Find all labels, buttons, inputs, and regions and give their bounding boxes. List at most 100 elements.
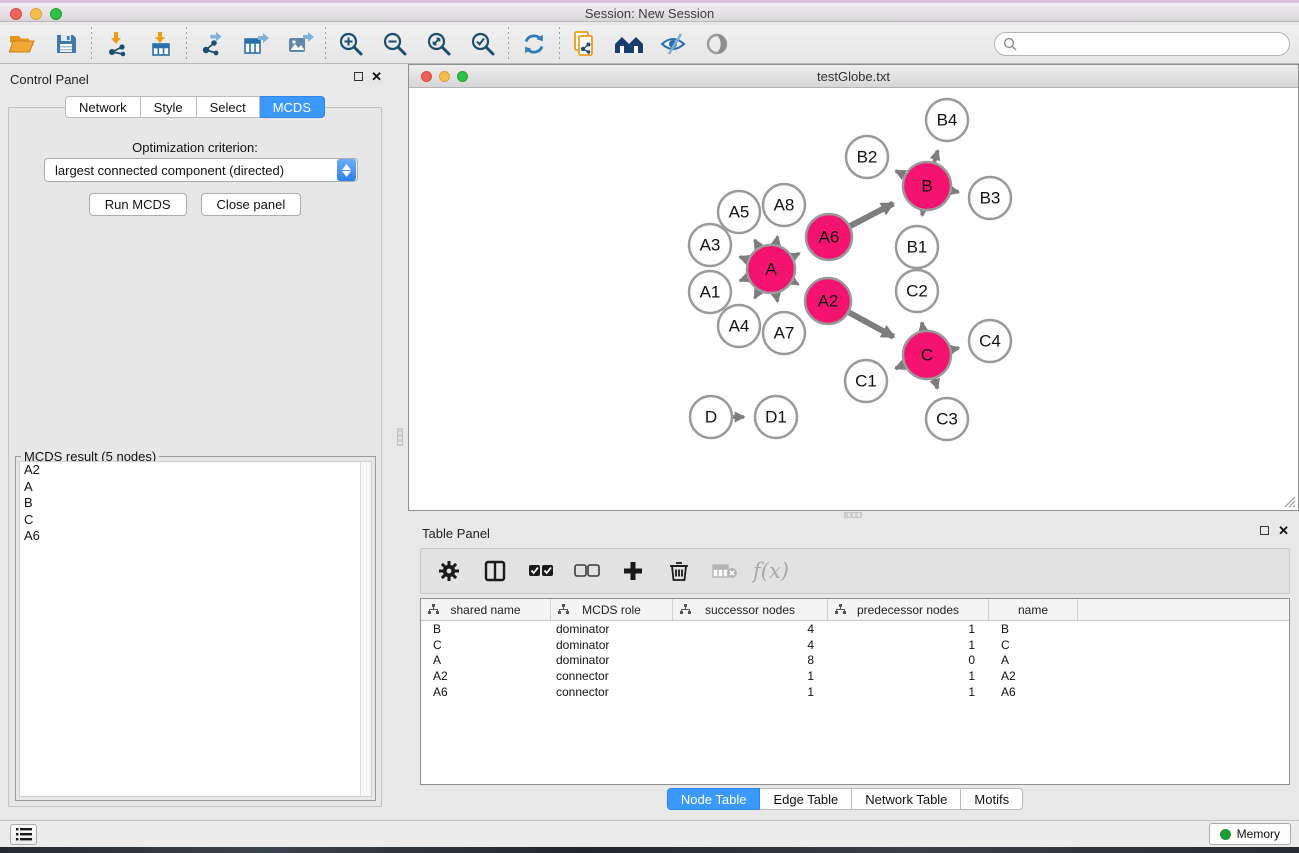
delete-column-icon[interactable]	[663, 554, 695, 588]
tab-edge-table[interactable]: Edge Table	[760, 788, 852, 810]
edge-A-A3[interactable]	[740, 257, 748, 260]
table-header[interactable]: shared nameMCDS rolesuccessor nodesprede…	[421, 599, 1289, 621]
edge-C-C4[interactable]	[951, 348, 958, 350]
vertical-split-handle[interactable]	[397, 428, 403, 446]
node-A4[interactable]: A4	[718, 305, 760, 347]
edge-C-C3[interactable]	[934, 379, 937, 389]
tab-network[interactable]: Network	[65, 96, 141, 118]
hide-graphics-details-icon[interactable]	[651, 26, 695, 62]
tab-motifs[interactable]: Motifs	[961, 788, 1023, 810]
close-panel-icon[interactable]: ✕	[371, 72, 382, 81]
table-row[interactable]: Bdominator41B	[421, 621, 1289, 637]
edge-C-C2[interactable]	[922, 323, 923, 331]
zoom-fit-icon[interactable]	[417, 26, 461, 62]
new-session-from-network-icon[interactable]	[563, 26, 607, 62]
node-B1[interactable]: B1	[896, 226, 938, 268]
table-settings-icon[interactable]	[433, 554, 465, 588]
export-network-icon[interactable]	[190, 26, 234, 62]
node-D[interactable]: D	[690, 396, 732, 438]
table-row[interactable]: Adominator80A	[421, 653, 1289, 669]
edge-B-B3[interactable]	[952, 191, 959, 192]
search-box[interactable]	[994, 32, 1290, 56]
deselect-all-rows-icon[interactable]	[571, 554, 603, 588]
edge-A-A7[interactable]	[776, 293, 778, 301]
table-row[interactable]: A6connector11A6	[421, 684, 1289, 700]
network-window-titlebar[interactable]: testGlobe.txt	[409, 65, 1298, 88]
edge-A-A6[interactable]	[793, 253, 799, 256]
tab-style[interactable]: Style	[141, 96, 197, 118]
close-table-panel-icon[interactable]: ✕	[1278, 526, 1289, 535]
import-network-icon[interactable]	[95, 26, 139, 62]
node-C3[interactable]: C3	[926, 398, 968, 440]
edge-A2-C[interactable]	[849, 312, 894, 336]
zoom-in-icon[interactable]	[329, 26, 373, 62]
node-B4[interactable]: B4	[926, 99, 968, 141]
birdseye-view-icon[interactable]	[695, 26, 739, 62]
node-B3[interactable]: B3	[969, 177, 1011, 219]
result-list-item[interactable]: A	[20, 479, 371, 496]
memory-button[interactable]: Memory	[1209, 823, 1291, 845]
close-panel-button[interactable]: Close panel	[201, 193, 302, 216]
float-table-panel-icon[interactable]	[1260, 526, 1269, 535]
export-image-icon[interactable]	[278, 26, 322, 62]
horizontal-split-handle[interactable]	[844, 512, 862, 518]
node-C1[interactable]: C1	[845, 360, 887, 402]
refresh-icon[interactable]	[512, 26, 556, 62]
result-list-item[interactable]: B	[20, 495, 371, 512]
edge-C-C1[interactable]	[895, 365, 904, 369]
resize-grip-icon[interactable]	[1282, 494, 1296, 508]
run-mcds-button[interactable]: Run MCDS	[89, 193, 187, 216]
node-A8[interactable]: A8	[763, 184, 805, 226]
result-list-item[interactable]: C	[20, 512, 371, 529]
node-A7[interactable]: A7	[763, 312, 805, 354]
node-B2[interactable]: B2	[846, 136, 888, 178]
mcds-result-list[interactable]: A2ABCA6	[19, 461, 372, 797]
column-header-name[interactable]: name	[989, 599, 1078, 620]
result-scrollbar[interactable]	[360, 462, 371, 796]
column-header-MCDS-role[interactable]: MCDS role	[551, 599, 673, 620]
delete-table-icon[interactable]	[709, 554, 741, 588]
node-B[interactable]: B	[903, 162, 951, 210]
edge-A-A2[interactable]	[793, 281, 799, 284]
import-table-icon[interactable]	[139, 26, 183, 62]
edge-A-A8[interactable]	[776, 236, 778, 244]
function-builder-icon[interactable]: f(x)	[755, 554, 787, 588]
node-table[interactable]: shared nameMCDS rolesuccessor nodesprede…	[420, 598, 1290, 785]
edge-A-A5[interactable]	[755, 240, 759, 247]
search-input[interactable]	[1018, 35, 1289, 53]
node-D1[interactable]: D1	[755, 396, 797, 438]
edge-A6-B[interactable]	[850, 204, 893, 226]
column-header-predecessor-nodes[interactable]: predecessor nodes	[828, 599, 989, 620]
table-row[interactable]: Cdominator41C	[421, 637, 1289, 653]
node-A3[interactable]: A3	[689, 224, 731, 266]
add-column-icon[interactable]	[617, 554, 649, 588]
select-all-rows-icon[interactable]	[525, 554, 557, 588]
result-list-item[interactable]: A2	[20, 462, 371, 479]
zoom-selected-icon[interactable]	[461, 26, 505, 62]
edge-B-B2[interactable]	[896, 171, 905, 175]
node-A6[interactable]: A6	[806, 214, 852, 260]
column-visibility-icon[interactable]	[479, 554, 511, 588]
edge-A-A1[interactable]	[740, 278, 748, 281]
column-header-shared-name[interactable]: shared name	[421, 599, 551, 620]
tab-select[interactable]: Select	[197, 96, 260, 118]
network-canvas[interactable]: B4 B2 B B3 A8A5 A6 A3 B1 A A1 C2 A2 A4A7 C4 C C1 D D1 C3	[409, 88, 1298, 510]
zoom-out-icon[interactable]	[373, 26, 417, 62]
node-C2[interactable]: C2	[896, 270, 938, 312]
tab-node-table[interactable]: Node Table	[667, 788, 761, 810]
node-A1[interactable]: A1	[689, 271, 731, 313]
open-file-icon[interactable]	[0, 26, 44, 62]
tab-network-table[interactable]: Network Table	[852, 788, 961, 810]
result-list-item[interactable]: A6	[20, 528, 371, 545]
node-A5[interactable]: A5	[718, 191, 760, 233]
node-C4[interactable]: C4	[969, 320, 1011, 362]
node-C[interactable]: C	[903, 331, 951, 379]
ndex-home-icon[interactable]	[607, 26, 651, 62]
node-A[interactable]: A	[747, 245, 795, 293]
node-A2[interactable]: A2	[805, 278, 851, 324]
tab-mcds[interactable]: MCDS	[260, 96, 325, 118]
float-panel-icon[interactable]	[354, 72, 363, 81]
edge-A-A4[interactable]	[755, 291, 759, 298]
task-history-button[interactable]	[10, 824, 37, 845]
column-header-successor-nodes[interactable]: successor nodes	[673, 599, 828, 620]
